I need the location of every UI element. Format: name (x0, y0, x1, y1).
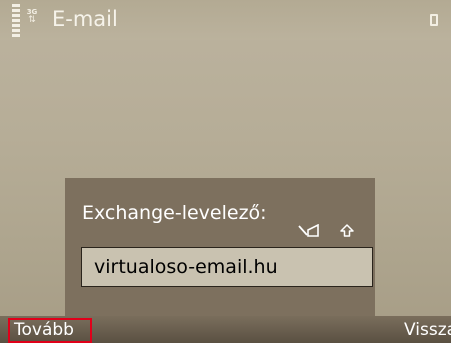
screen: 3G ⇅ E-mail Exchange-levelező: virtualos… (0, 0, 451, 343)
exchange-server-input[interactable]: virtualoso-email.hu (81, 247, 373, 287)
next-softkey[interactable]: Tovább (8, 318, 92, 343)
3g-network-icon: 3G ⇅ (26, 8, 38, 25)
app-title: E-mail (52, 7, 118, 31)
battery-icon (430, 14, 438, 26)
back-softkey[interactable]: Vissza (404, 320, 451, 343)
dialog-prompt: Exchange-levelező: (82, 202, 267, 224)
signal-strength-icon (12, 4, 20, 40)
abc-mode-icon (298, 224, 319, 237)
shift-icon (340, 224, 354, 237)
query-dialog: Exchange-levelező: virtualoso-email.hu (65, 178, 375, 318)
title-bar: 3G ⇅ E-mail (0, 0, 451, 40)
input-value: virtualoso-email.hu (94, 256, 278, 278)
